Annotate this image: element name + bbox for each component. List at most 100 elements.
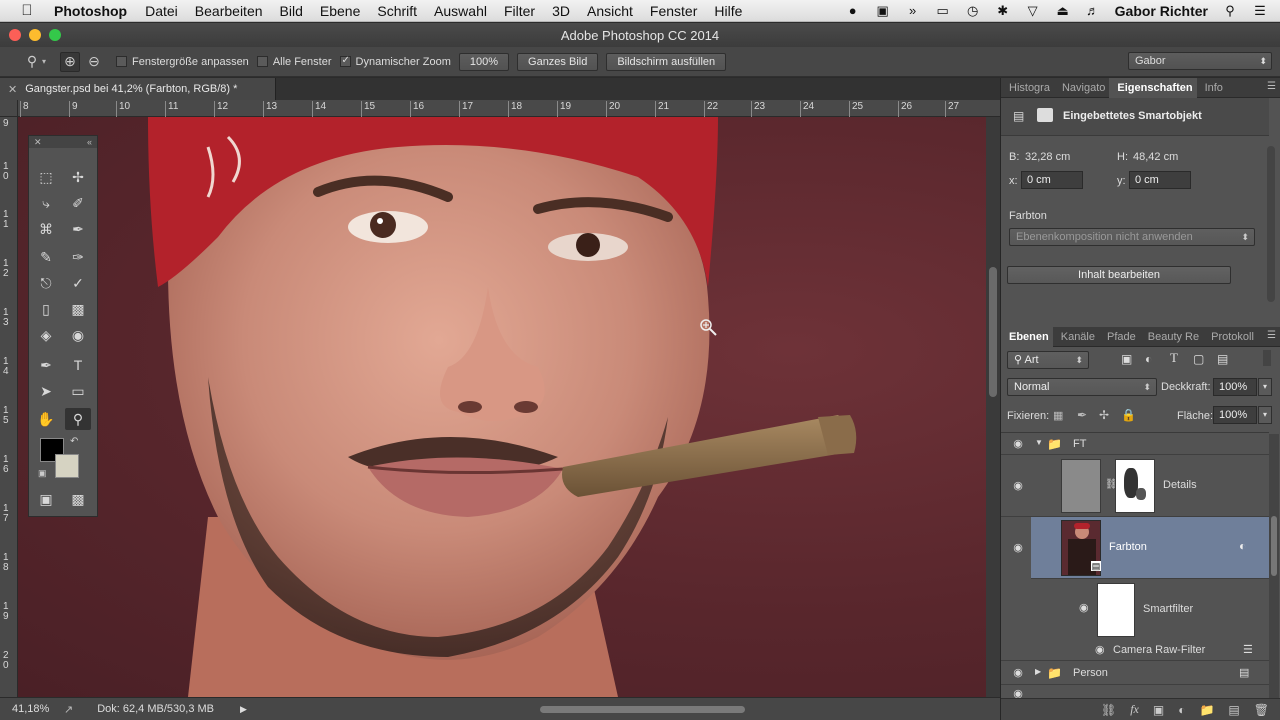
- blend-mode-select[interactable]: Normal: [1007, 378, 1157, 396]
- smart-filter-options-icon[interactable]: ◐: [1239, 539, 1246, 553]
- layer-style-icon[interactable]: fx: [1130, 702, 1139, 717]
- x-position-input[interactable]: 0 cm: [1021, 171, 1083, 189]
- add-mask-icon[interactable]: ▣: [1153, 703, 1164, 717]
- eyedropper-tool-icon[interactable]: ✒: [65, 218, 91, 240]
- tab-channels[interactable]: Kanäle: [1053, 327, 1099, 347]
- tab-info[interactable]: Info: [1197, 78, 1227, 98]
- tab-layers[interactable]: Ebenen: [1001, 326, 1053, 347]
- lasso-tool-icon[interactable]: ⤷: [33, 192, 59, 214]
- eject-icon[interactable]: ⏏: [1055, 3, 1071, 19]
- vertical-ruler[interactable]: 9 1 0 1 1 1 2 1 3 1 4 1 5 1 6 1 7 1 8 1 …: [0, 117, 18, 697]
- layer-mask-thumbnail[interactable]: [1115, 459, 1155, 513]
- share-icon[interactable]: ↗: [64, 703, 73, 716]
- filter-shape-icon[interactable]: ▢: [1193, 352, 1204, 366]
- notification-center-icon[interactable]: ☰: [1252, 3, 1268, 19]
- quick-selection-tool-icon[interactable]: ✐: [65, 192, 91, 214]
- menu-3d[interactable]: 3D: [552, 3, 570, 19]
- document-tab[interactable]: ✕ Gangster.psd bei 41,2% (Farbton, RGB/8…: [0, 78, 276, 100]
- zoom-100-button[interactable]: 100%: [458, 52, 510, 71]
- layer-comp-select[interactable]: Ebenenkomposition nicht anwenden: [1009, 228, 1255, 246]
- tab-history[interactable]: Protokoll: [1203, 327, 1258, 347]
- path-selection-tool-icon[interactable]: ➤: [33, 380, 59, 402]
- user-name[interactable]: Gabor Richter: [1115, 3, 1208, 19]
- new-group-icon[interactable]: 📁: [1199, 703, 1214, 717]
- layers-scrollbar[interactable]: [1269, 434, 1279, 698]
- group-collapsed-icon[interactable]: ▶: [1035, 667, 1041, 676]
- panel-menu-icon[interactable]: ☰: [1267, 330, 1276, 341]
- background-color-swatch[interactable]: [55, 454, 79, 478]
- blur-tool-icon[interactable]: ◈: [33, 324, 59, 346]
- healing-brush-tool-icon[interactable]: ✎: [33, 246, 59, 268]
- panel-menu-icon[interactable]: ☰: [1267, 81, 1276, 92]
- menu-bearbeiten[interactable]: Bearbeiten: [195, 3, 263, 19]
- type-tool-icon[interactable]: T: [65, 354, 91, 376]
- tab-paths[interactable]: Pfade: [1099, 327, 1140, 347]
- swap-colors-icon[interactable]: ↶: [70, 436, 78, 447]
- clone-stamp-tool-icon[interactable]: ⎋: [33, 272, 59, 294]
- visibility-eye-icon[interactable]: ◉: [1011, 541, 1025, 555]
- edit-contents-button[interactable]: Inhalt bearbeiten: [1007, 266, 1231, 284]
- opacity-dropdown-icon[interactable]: ▾: [1258, 378, 1272, 396]
- minimize-window-button[interactable]: [29, 29, 41, 41]
- lock-all-icon[interactable]: 🔒: [1121, 408, 1136, 422]
- wifi-icon[interactable]: ▽: [1025, 3, 1041, 19]
- tools-panel-header[interactable]: ✕ «: [29, 136, 97, 148]
- zoom-in-icon[interactable]: ⊕: [60, 51, 81, 72]
- rectangle-tool-icon[interactable]: ▭: [65, 380, 91, 402]
- menu-auswahl[interactable]: Auswahl: [434, 3, 487, 19]
- tab-properties[interactable]: Eigenschaften: [1109, 77, 1197, 98]
- layer-row-partial[interactable]: ◉: [1001, 685, 1269, 698]
- visibility-eye-icon[interactable]: ◉: [1011, 437, 1025, 451]
- layer-filter-select[interactable]: ⚲ Art: [1007, 351, 1089, 369]
- fill-dropdown-icon[interactable]: ▾: [1258, 406, 1272, 424]
- opacity-input[interactable]: 100%: [1213, 378, 1257, 396]
- filter-smart-object-icon[interactable]: ▤: [1217, 352, 1228, 366]
- fill-input[interactable]: 100%: [1213, 406, 1257, 424]
- dynamic-zoom-checkbox[interactable]: Dynamischer Zoom: [339, 56, 451, 68]
- vertical-scrollbar[interactable]: [986, 117, 1000, 697]
- layer-group-person[interactable]: ◉ ▶ 📁 Person ▤: [1001, 661, 1269, 685]
- history-brush-tool-icon[interactable]: ✓: [65, 272, 91, 294]
- lock-position-icon[interactable]: ✢: [1099, 408, 1109, 422]
- group-expanded-icon[interactable]: ▼: [1035, 438, 1043, 447]
- group-mask-icon[interactable]: ▤: [1239, 666, 1249, 679]
- volume-icon[interactable]: ♬: [1085, 3, 1101, 18]
- scrollbar-thumb[interactable]: [1271, 516, 1277, 576]
- apple-icon[interactable]: : [18, 2, 36, 19]
- layer-details[interactable]: ◉ ⛓ Details: [1001, 455, 1269, 517]
- dodge-tool-icon[interactable]: ◉: [65, 324, 91, 346]
- zoom-tool-preset-icon[interactable]: ⚲: [22, 52, 42, 72]
- quick-mask-icon[interactable]: ▣: [33, 488, 59, 510]
- close-icon[interactable]: ✕: [34, 136, 42, 148]
- y-position-input[interactable]: 0 cm: [1129, 171, 1191, 189]
- height-value[interactable]: 48,42 cm: [1133, 151, 1178, 163]
- preset-dropdown-icon[interactable]: ▾: [42, 57, 46, 66]
- filter-camera-raw[interactable]: ◉ Camera Raw-Filter ☰: [1001, 639, 1269, 661]
- zoom-tool-icon[interactable]: ⚲: [65, 408, 91, 430]
- filter-pixel-icon[interactable]: ▣: [1121, 352, 1132, 366]
- menu-hilfe[interactable]: Hilfe: [714, 3, 742, 19]
- whole-image-button[interactable]: Ganzes Bild: [517, 52, 599, 71]
- tab-navigator[interactable]: Navigato: [1054, 78, 1109, 98]
- menu-datei[interactable]: Datei: [145, 3, 178, 19]
- menu-schrift[interactable]: Schrift: [377, 3, 417, 19]
- time-machine-icon[interactable]: ◷: [965, 3, 981, 19]
- document-canvas[interactable]: [18, 117, 986, 697]
- width-value[interactable]: 32,28 cm: [1025, 151, 1070, 163]
- all-windows-checkbox[interactable]: Alle Fenster: [256, 56, 332, 68]
- filter-name[interactable]: Camera Raw-Filter: [1113, 644, 1205, 656]
- move-tool-icon[interactable]: ✢: [65, 166, 91, 188]
- smartfilter-mask-thumbnail[interactable]: [1097, 583, 1135, 637]
- hand-tool-icon[interactable]: ✋: [33, 408, 59, 430]
- zoom-window-button[interactable]: [49, 29, 61, 41]
- visibility-eye-icon[interactable]: ◉: [1011, 479, 1025, 493]
- layer-name[interactable]: Details: [1163, 479, 1197, 491]
- fill-screen-button[interactable]: Bildschirm ausfüllen: [606, 52, 727, 71]
- eraser-tool-icon[interactable]: ▯: [33, 298, 59, 320]
- layer-group-ft[interactable]: ◉ ▼ 📁 FT: [1001, 433, 1269, 455]
- zoom-level[interactable]: 41,18%: [12, 703, 56, 715]
- menu-filter[interactable]: Filter: [504, 3, 535, 19]
- new-layer-icon[interactable]: ▤: [1228, 703, 1239, 717]
- layer-name[interactable]: FT: [1073, 438, 1086, 450]
- gradient-tool-icon[interactable]: ▩: [65, 298, 91, 320]
